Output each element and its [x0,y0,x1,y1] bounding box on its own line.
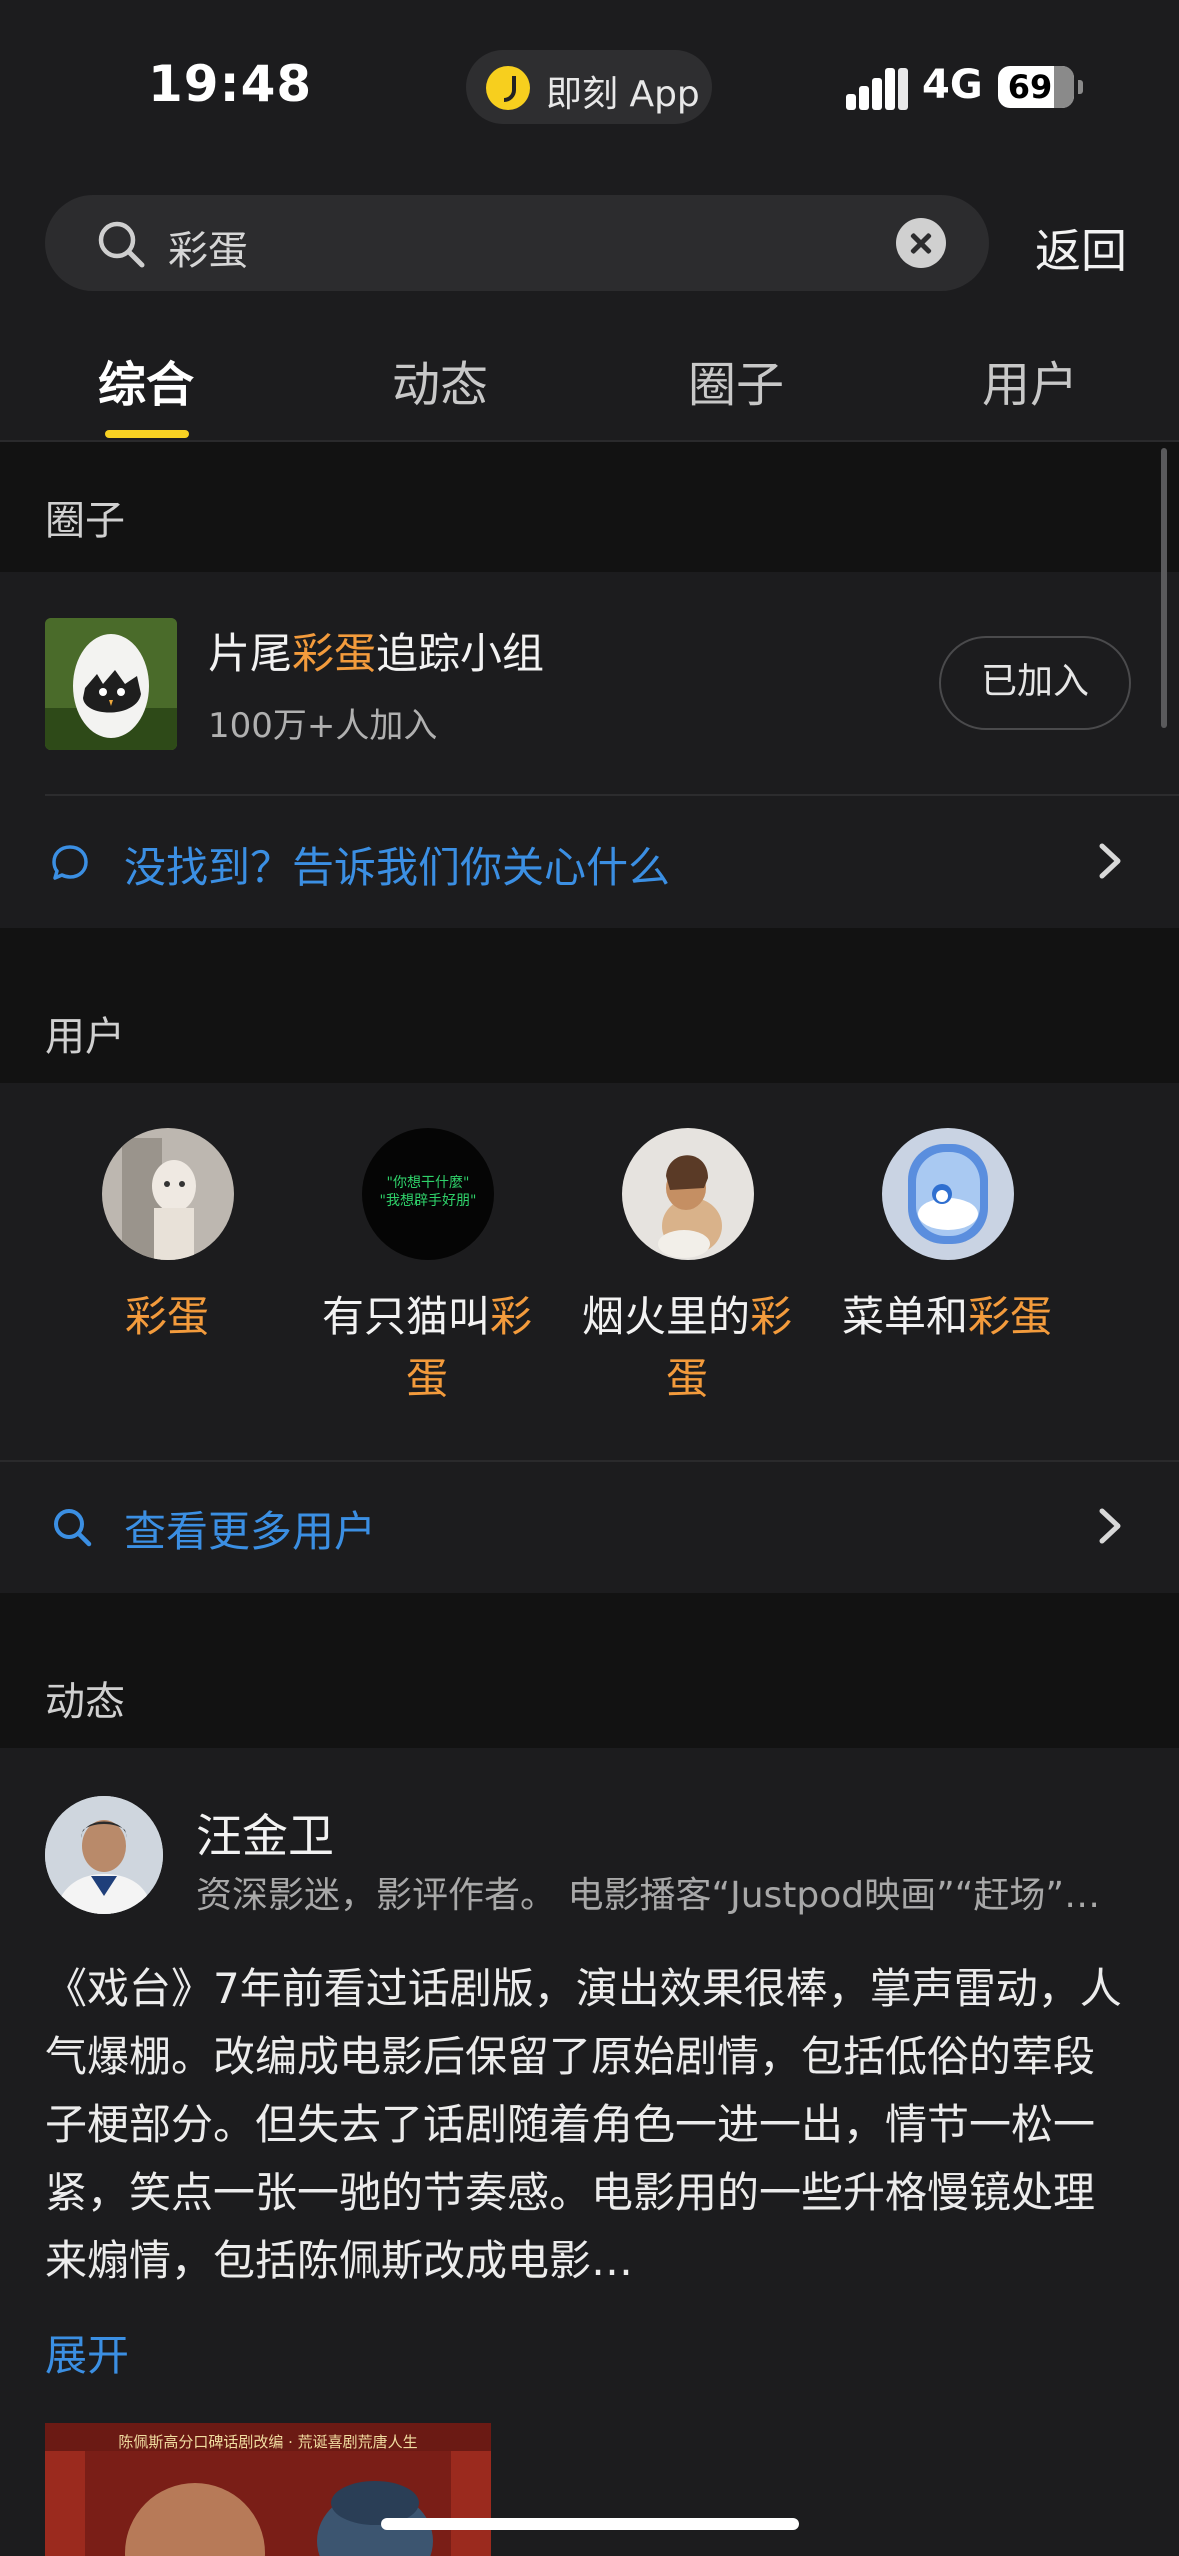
divider [0,1460,1179,1462]
post-body-text[interactable]: 《戏台》7年前看过话剧版，演出效果很棒，掌声雷动，人气爆棚。改编成电影后保留了原… [45,1955,1135,2295]
cellular-signal-icon [846,68,908,110]
avatar-image [882,1128,1014,1260]
tab-users[interactable]: 用户 [982,345,1078,415]
circle-name-highlight: 彩蛋 [292,629,377,678]
tab-posts[interactable]: 动态 [392,345,488,415]
section-title: 用户 [45,1014,125,1060]
active-tab-indicator [105,430,189,438]
avatar-image [45,1796,163,1914]
author-name[interactable]: 汪金卫 [196,1800,334,1866]
author-avatar[interactable] [45,1796,163,1914]
clear-search-icon[interactable] [896,218,946,268]
avatar-image [622,1128,754,1260]
network-type: 4G [922,62,983,108]
status-time: 19:48 [148,55,313,113]
circle-thumbnail[interactable] [45,618,177,750]
search-query-text[interactable]: 彩蛋 [168,218,248,276]
battery-percentage: 69 [1007,68,1053,106]
jike-app-icon [486,66,530,110]
posts-section-header: 动态 [0,1593,1179,1748]
section-title: 圈子 [45,498,125,544]
circle-name-suffix: 追踪小组 [376,629,545,678]
user-name-prefix: 有只猫叫 [321,1292,490,1341]
search-icon [98,221,145,268]
user-avatar[interactable] [882,1128,1014,1260]
egg-chick-image [45,618,177,750]
dynamic-island[interactable]: 即刻 App [466,50,712,124]
status-bar: 19:48 即刻 App 4G 69 [0,0,1179,170]
joined-button[interactable]: 已加入 [939,636,1131,730]
dynamic-island-app-label: 即刻 App [546,74,700,115]
avatar-text: "你想干什麼" "我想辟手好朋" [362,1174,494,1210]
battery-tip [1078,80,1083,94]
tab-circles[interactable]: 圈子 [688,345,784,415]
user-name[interactable]: 有只猫叫彩蛋 [302,1286,552,1410]
user-name-prefix: 菜单和 [841,1292,968,1341]
avatar-text-line: "你想干什麼" [386,1175,470,1191]
chevron-right-icon[interactable] [1086,838,1132,884]
chevron-right-icon[interactable] [1086,1503,1132,1549]
poster-artwork [45,2451,491,2556]
circle-name-prefix: 片尾 [208,629,293,678]
divider [45,794,1179,796]
battery-icon: 69 [998,66,1074,108]
user-name[interactable]: 菜单和彩蛋 [822,1286,1072,1348]
avatar-image [102,1128,234,1260]
avatar-text-line: "我想辟手好朋" [379,1193,477,1209]
user-name[interactable]: 烟火里的彩蛋 [562,1286,812,1410]
user-avatar[interactable] [622,1128,754,1260]
users-section-header: 用户 [0,928,1179,1083]
post-image[interactable]: 陈佩斯高分口碑话剧改编 · 荒诞喜剧荒唐人生 [45,2423,491,2556]
author-bio: 资深影迷，影评作者。 电影播客“Justpod映画”“赶场”… [196,1875,1101,1916]
user-avatar[interactable] [102,1128,234,1260]
user-name-prefix: 烟火里的 [581,1292,750,1341]
search-icon [54,1509,92,1547]
feedback-link[interactable]: 没找到？告诉我们你关心什么 [124,834,670,895]
user-name-highlight: 彩蛋 [968,1292,1053,1341]
view-more-users-link[interactable]: 查看更多用户 [124,1498,376,1559]
section-title: 动态 [45,1679,125,1725]
user-name[interactable]: 彩蛋 [42,1286,292,1348]
user-avatar[interactable]: "你想干什麼" "我想辟手好朋" [362,1128,494,1260]
circle-member-count: 100万+人加入 [208,706,438,746]
circles-section-header: 圈子 [0,442,1179,572]
chat-bubble-icon [52,845,88,880]
expand-link[interactable]: 展开 [45,2322,129,2383]
back-button[interactable]: 返回 [1035,215,1127,281]
user-name-highlight: 彩蛋 [124,1292,209,1341]
circle-name[interactable]: 片尾彩蛋追踪小组 [208,620,544,681]
tab-comprehensive[interactable]: 综合 [98,345,194,415]
home-indicator[interactable] [381,2518,799,2530]
scrollbar[interactable] [1161,448,1167,728]
